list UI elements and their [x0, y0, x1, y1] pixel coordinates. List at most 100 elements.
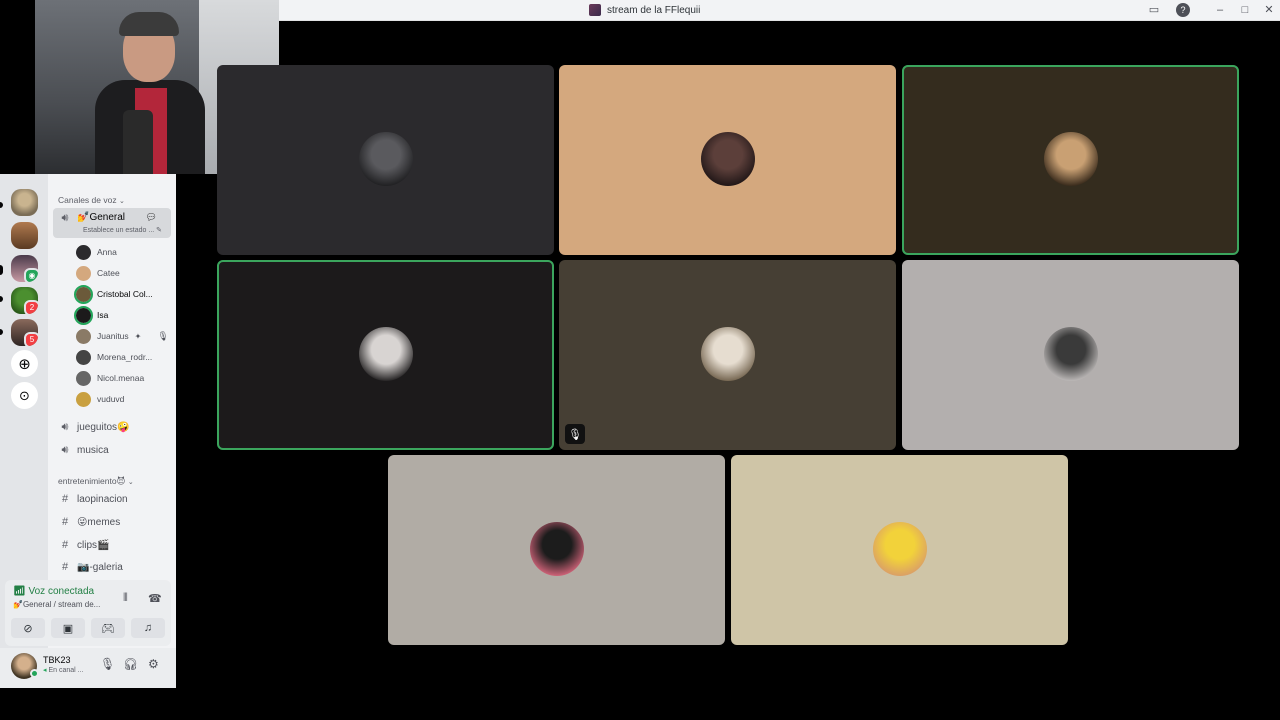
member-name: Isa — [97, 310, 109, 320]
voice-member[interactable]: Morena_rodr... — [76, 348, 152, 366]
live-badge: ◉ — [24, 268, 38, 282]
activities-button[interactable]: 🎮︎ — [91, 618, 125, 638]
voice-status-panel: 📶︎ Voz conectada 💅General / stream de...… — [5, 580, 171, 646]
user-status: ◂ En canal ... — [43, 666, 84, 674]
minimize-icon[interactable]: – — [1213, 3, 1227, 17]
voice-member[interactable]: Catee — [76, 264, 120, 282]
disconnect-icon[interactable]: ☎︎ — [148, 592, 162, 605]
chevron-down-icon: ⌄ — [127, 479, 134, 486]
mention-badge: 5 — [24, 332, 38, 346]
participant-avatar — [701, 327, 755, 381]
voice-member[interactable]: Cristobal Col... — [74, 284, 153, 304]
participant-avatar — [873, 522, 927, 576]
participant-video-tile[interactable] — [902, 65, 1239, 255]
speaker-icon: ◂ — [43, 667, 47, 674]
camera-off-button[interactable]: ⊘ — [11, 618, 45, 638]
voice-category-label: Canales de voz — [58, 195, 117, 205]
participant-video-tile[interactable] — [559, 65, 896, 255]
text-channel-laopinacion[interactable]: # laopinacion — [53, 488, 171, 510]
discover-icon[interactable]: ⊙ — [11, 382, 38, 409]
server-icon-3[interactable]: ◉ — [11, 255, 38, 282]
mention-badge: 2 — [24, 300, 38, 314]
channel-name: clips🎬 — [77, 539, 110, 551]
window-title-text: stream de la FFlequii — [607, 4, 701, 16]
text-category[interactable]: entretenimiento😈 ⌄ — [58, 476, 134, 487]
screen-share-icon: ▣ — [62, 622, 74, 635]
channel-name: 📷-galeria — [77, 561, 123, 573]
hashtag-icon: # — [61, 539, 69, 551]
voice-connected-status[interactable]: 📶︎ Voz conectada — [13, 586, 94, 597]
voice-member[interactable]: Nicol.menaa — [76, 369, 144, 387]
voice-member[interactable]: vuduvd — [76, 390, 124, 408]
status-hint-text: Establece un estado ... — [83, 227, 155, 234]
window-title: stream de la FFlequii — [589, 4, 700, 16]
avatar — [76, 391, 91, 407]
member-name: Anna — [97, 247, 117, 257]
voice-category[interactable]: Canales de voz ⌄ — [58, 195, 125, 205]
soundboard-button[interactable]: ♫ — [131, 618, 165, 638]
settings-gear-icon[interactable]: ⚙ — [148, 657, 159, 671]
speaker-icon: 🔊︎ — [61, 443, 69, 456]
hashtag-icon: # — [61, 561, 69, 573]
voice-location[interactable]: 💅General / stream de... — [13, 600, 100, 609]
server-icon-1[interactable] — [11, 189, 38, 216]
participant-avatar — [359, 327, 413, 381]
participant-video-tile[interactable]: 🎙︎ — [559, 260, 896, 450]
channel-name: 😜memes — [77, 516, 121, 528]
microphone-icon[interactable]: 🎙︎ — [100, 657, 115, 671]
voice-channel-jueguitos[interactable]: 🔊︎ jueguitos🤪 — [53, 416, 171, 438]
unread-pip — [0, 265, 3, 275]
screen-share-button[interactable]: ▣ — [51, 618, 85, 638]
avatar — [76, 328, 91, 344]
noise-suppression-icon[interactable]: ⦀ — [123, 592, 128, 605]
pencil-icon: ✎ — [156, 227, 163, 234]
voice-member[interactable]: Juanitus ✦ 🎙︎ — [76, 327, 169, 345]
avatar — [76, 370, 91, 386]
gamepad-icon: 🎮︎ — [101, 622, 115, 635]
inbox-icon[interactable]: ▭ — [1147, 3, 1161, 17]
username[interactable]: TBK23 — [43, 655, 71, 665]
status-hint[interactable]: Establece un estado ... ✎ — [83, 226, 162, 234]
add-server-icon[interactable]: ⊕ — [11, 350, 38, 377]
participant-video-tile[interactable] — [902, 260, 1239, 450]
maximize-icon[interactable]: □ — [1238, 3, 1252, 17]
server-icon-2[interactable] — [11, 222, 38, 249]
participant-avatar — [1044, 327, 1098, 381]
close-icon[interactable]: ✕ — [1262, 3, 1276, 17]
activity-icon: ✦ — [134, 331, 142, 341]
participant-avatar — [530, 522, 584, 576]
stream-thumbnail-icon — [589, 4, 601, 16]
participant-video-tile[interactable] — [217, 65, 554, 255]
avatar — [76, 265, 91, 281]
text-category-label: entretenimiento😈 — [58, 476, 126, 486]
help-icon[interactable]: ? — [1176, 3, 1190, 17]
user-status-text: En canal ... — [48, 667, 84, 674]
member-name: Catee — [97, 268, 120, 278]
participant-video-tile[interactable] — [731, 455, 1068, 645]
signal-icon: 📶︎ — [13, 586, 26, 597]
soundboard-icon: ♫ — [143, 622, 153, 634]
voice-channel-musica[interactable]: 🔊︎ musica — [53, 439, 171, 461]
member-name: Juanitus — [97, 331, 129, 341]
unread-pip — [0, 202, 3, 208]
text-channel-galeria[interactable]: # 📷-galeria — [53, 556, 171, 578]
discord-window: stream de la FFlequii ▭ ? – □ ✕ ◉ 2 5 ⊕ … — [0, 0, 1280, 720]
participant-avatar — [701, 132, 755, 186]
participant-avatar — [359, 132, 413, 186]
unread-pip — [0, 329, 3, 335]
text-channel-memes[interactable]: # 😜memes — [53, 511, 171, 533]
member-name: vuduvd — [97, 394, 125, 404]
voice-channel-general[interactable]: 🔊︎ 💅General 💬︎ Establece un estado ... ✎ — [53, 208, 171, 238]
chat-icon[interactable]: 💬︎ — [146, 212, 157, 223]
server-icon-5[interactable]: 5 — [11, 319, 38, 346]
avatar — [74, 284, 93, 304]
participant-video-tile[interactable] — [388, 455, 725, 645]
hashtag-icon: # — [61, 493, 69, 505]
server-icon-4[interactable]: 2 — [11, 287, 38, 314]
participant-video-tile[interactable] — [217, 260, 554, 450]
headphones-icon[interactable]: 🎧︎ — [123, 657, 138, 671]
voice-member[interactable]: Isa — [74, 305, 109, 325]
text-channel-clips[interactable]: # clips🎬 — [53, 534, 171, 556]
member-name: Morena_rodr... — [97, 352, 153, 362]
voice-member[interactable]: Anna — [76, 243, 117, 261]
